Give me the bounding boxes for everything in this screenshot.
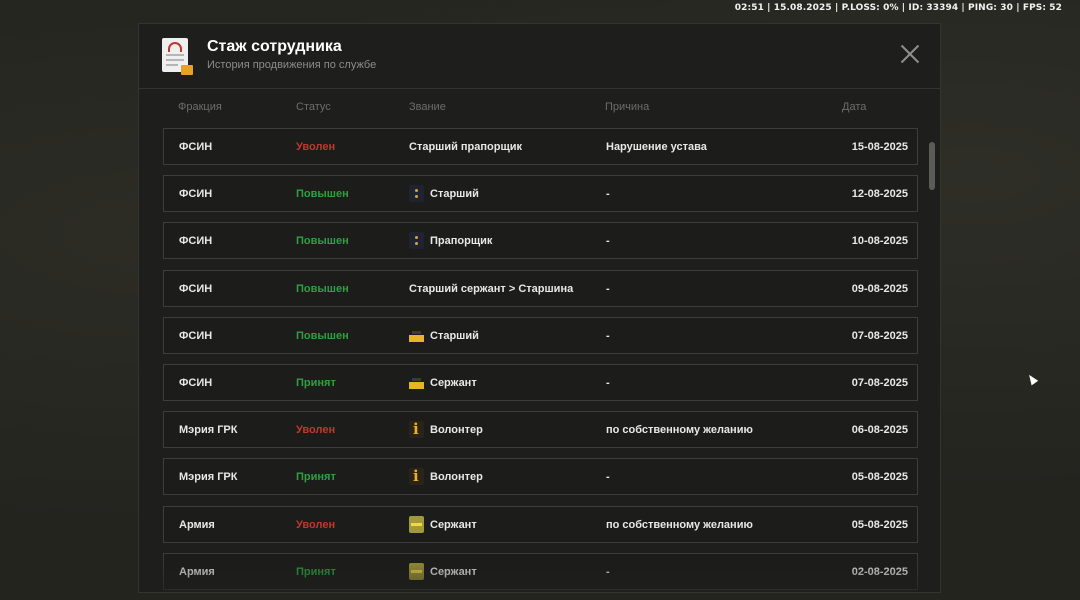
row-faction: Мэрия ГРК [179, 424, 238, 437]
rank-insignia-icon [409, 327, 424, 344]
table-row[interactable]: ФСИН Повышен Старший - 07-08-2025 [163, 316, 918, 354]
row-status: Уволен [296, 141, 336, 153]
row-date: 06-08-2025 [851, 424, 908, 437]
service-history-modal: Стаж сотрудника История продвижения по с… [138, 23, 941, 593]
modal-header: Стаж сотрудника История продвижения по с… [139, 24, 940, 89]
row-status: Повышен [296, 188, 349, 201]
document-stamp-icon [162, 38, 193, 75]
row-rank: Волонтер [430, 471, 483, 484]
row-date: 05-08-2025 [851, 471, 908, 484]
row-status: Повышен [296, 282, 349, 295]
rank-insignia-icon [409, 232, 424, 250]
column-header-reason: Причина [605, 101, 650, 113]
row-faction: Армия [179, 565, 215, 578]
row-date: 15-08-2025 [851, 141, 908, 153]
row-date: 12-08-2025 [851, 188, 908, 201]
scrollbar-thumb[interactable] [929, 142, 935, 190]
rank-insignia-icon [409, 562, 424, 580]
row-rank: Волонтер [430, 424, 483, 437]
row-faction: ФСИН [179, 188, 213, 201]
row-date: 02-08-2025 [851, 565, 908, 578]
table-row[interactable]: ФСИН Повышен Старший сержант > Старшина - 09… [163, 269, 918, 307]
table-row[interactable]: ФСИН Повышен Старший - 12-08-2025 [163, 175, 918, 213]
row-date: 07-08-2025 [851, 376, 908, 389]
row-status: Повышен [296, 235, 349, 248]
rank-insignia-icon [409, 467, 424, 486]
row-reason: - [606, 376, 610, 389]
row-faction: ФСИН [179, 329, 213, 342]
row-reason: - [606, 282, 610, 295]
row-reason: - [606, 471, 610, 484]
table-row[interactable]: Армия Уволен Сержант по собственному желани… [163, 505, 918, 543]
row-reason: - [606, 188, 610, 201]
row-rank: Прапорщик [430, 235, 493, 248]
row-rank: Сержант [430, 376, 477, 389]
history-list: ФСИН Уволен Старший прапорщик Нарушение уст… [163, 128, 918, 600]
table-row[interactable]: Армия Принят Сержант - 02-08-2025 [163, 552, 918, 590]
modal-title: Стаж сотрудника [207, 38, 342, 55]
row-date: 07-08-2025 [851, 329, 908, 342]
row-faction: Армия [179, 518, 215, 531]
row-status: Уволен [296, 424, 336, 437]
row-status: Принят [296, 565, 336, 578]
modal-subtitle: История продвижения по службе [207, 59, 377, 71]
close-icon[interactable] [900, 44, 920, 64]
row-reason: - [606, 235, 610, 248]
table-row[interactable]: Мэрия ГРК Уволен Волонтер по собственному ж… [163, 411, 918, 449]
row-status: Повышен [296, 329, 349, 342]
table-row[interactable]: ФСИН Повышен Прапорщик - 10-08-2025 [163, 222, 918, 260]
table-row[interactable]: ФСИН Принят Сержант - 07-08-2025 [163, 363, 918, 401]
row-status: Принят [296, 376, 336, 389]
column-header-faction: Фракция [178, 101, 222, 113]
row-reason: - [606, 329, 610, 342]
row-reason: - [606, 565, 610, 578]
hud-status-bar: 02:51 | 15.08.2025 | P.LOSS: 0% | ID: 33… [734, 3, 1062, 13]
row-reason: по собственному желанию [606, 518, 753, 531]
row-rank: Сержант [430, 565, 477, 578]
rank-insignia-icon [409, 185, 424, 203]
table-row[interactable]: ФСИН Уволен Старший прапорщик Нарушение уст… [163, 128, 918, 165]
rank-insignia-icon [409, 374, 424, 391]
row-date: 09-08-2025 [851, 282, 908, 295]
table-row[interactable]: Мэрия ГРК Принят Волонтер - 05-08-2025 [163, 458, 918, 496]
rank-insignia-icon [409, 515, 424, 533]
row-date: 05-08-2025 [851, 518, 908, 531]
row-rank: Старший [430, 188, 479, 201]
row-faction: ФСИН [179, 141, 213, 153]
row-faction: ФСИН [179, 235, 213, 248]
column-header-rank: Звание [409, 101, 446, 113]
row-rank: Сержант [430, 518, 477, 531]
row-rank: Старший прапорщик [409, 141, 523, 153]
column-header-status: Статус [296, 101, 331, 113]
row-status: Уволен [296, 518, 336, 531]
row-rank: Старший [430, 329, 479, 342]
row-faction: Мэрия ГРК [179, 471, 238, 484]
row-faction: ФСИН [179, 376, 213, 389]
column-header-date: Дата [842, 101, 867, 113]
row-rank: Старший сержант > Старшина [409, 282, 574, 295]
row-date: 10-08-2025 [851, 235, 908, 248]
row-status: Принят [296, 471, 336, 484]
row-reason: по собственному желанию [606, 424, 753, 437]
row-faction: ФСИН [179, 282, 213, 295]
rank-insignia-icon [409, 420, 424, 439]
row-reason: Нарушение устава [606, 141, 707, 153]
